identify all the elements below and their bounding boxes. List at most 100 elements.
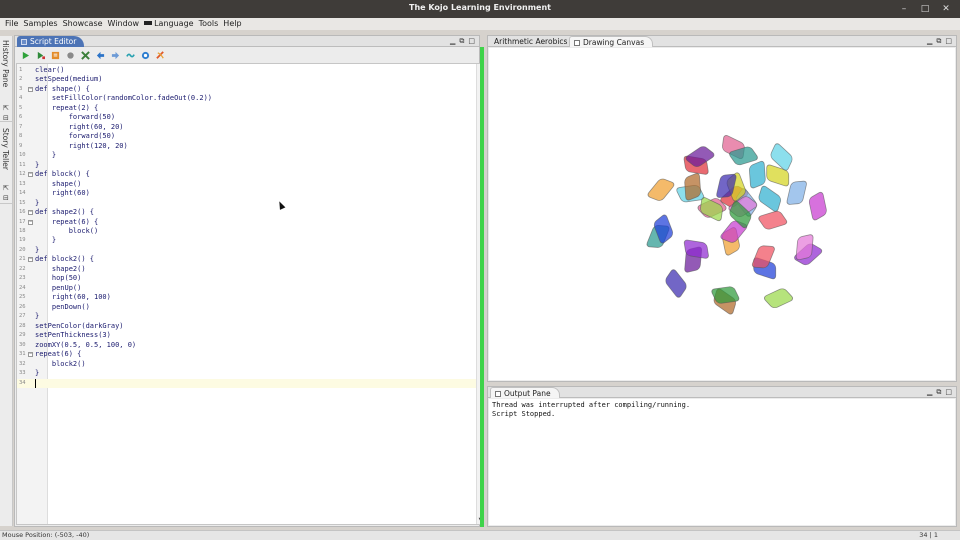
line-number: 1	[19, 67, 23, 73]
output-pane: Output Pane ▁ ⧉ □ Thread was interrupted…	[487, 386, 957, 527]
fold-toggle-icon[interactable]: −	[28, 257, 33, 263]
story-teller-tab[interactable]: Story Teller ⇱ ⊟	[0, 126, 13, 204]
pin-icon[interactable]: ⊟	[3, 114, 9, 122]
tab-script-editor[interactable]: Script Editor	[17, 36, 85, 47]
flag-icon	[144, 21, 153, 25]
menu-tools[interactable]: Tools	[199, 18, 224, 30]
code-text: hop(50)	[35, 274, 82, 283]
drawn-shape	[808, 191, 827, 221]
drawn-shape	[758, 185, 781, 212]
menu-help[interactable]: Help	[223, 18, 246, 30]
pin-icon[interactable]: ⊟	[3, 194, 9, 202]
code-line: 13 shape()	[17, 180, 483, 189]
format-icon[interactable]	[126, 51, 135, 60]
line-number: 20	[19, 246, 26, 253]
code-line: 12− def block() {	[17, 170, 483, 179]
compile-icon[interactable]	[66, 51, 75, 60]
float-pane-button[interactable]: ⧉	[936, 37, 941, 46]
maximize-pane-button[interactable]: □	[945, 37, 952, 46]
code-line: 15}	[17, 199, 483, 208]
window-controls: – □ ✕	[898, 3, 952, 15]
code-line: 1 clear()	[17, 66, 483, 75]
code-line: 5 repeat(2) {	[17, 104, 483, 113]
line-number: 6	[19, 114, 23, 121]
clear-output-icon[interactable]	[141, 51, 150, 60]
float-pane-button[interactable]: ⧉	[459, 37, 464, 46]
fold-toggle-icon[interactable]: −	[28, 352, 33, 358]
float-pane-button[interactable]: ⧉	[936, 388, 941, 397]
code-line: 18 block()	[17, 227, 483, 236]
maximize-pane-button[interactable]: □	[468, 37, 475, 46]
fold-toggle-icon[interactable]: −	[28, 172, 33, 178]
undo-icon[interactable]	[96, 51, 105, 60]
code-text: penDown()	[35, 302, 90, 311]
minimize-pane-button[interactable]: ▁	[927, 37, 932, 46]
output-text-area[interactable]: Thread was interrupted after compiling/r…	[489, 399, 955, 525]
code-text: }	[35, 312, 40, 321]
menu-file[interactable]: File	[5, 18, 23, 30]
maximize-button[interactable]: □	[919, 3, 931, 15]
line-number: 29	[19, 332, 26, 339]
story-teller-label: Story Teller	[1, 128, 10, 170]
pane-controls: ▁ ⧉ □	[450, 37, 475, 46]
drawn-shape	[749, 160, 766, 189]
clear-editor-icon[interactable]	[156, 50, 165, 60]
run-icon[interactable]	[21, 51, 30, 60]
line-number: 32	[19, 360, 26, 367]
line-number: 13	[19, 180, 26, 187]
script-editor-tabbar: Script Editor ▁ ⧉ □	[15, 36, 479, 47]
tab-arithmetic-aerobics[interactable]: Arithmetic Aerobics	[490, 36, 575, 47]
stop-icon[interactable]	[81, 50, 90, 60]
restore-icon[interactable]: ⇱	[3, 104, 9, 112]
menu-samples[interactable]: Samples	[23, 18, 62, 30]
code-text: right(120, 20)	[35, 141, 128, 150]
code-line: 21− def block2() {	[17, 255, 483, 264]
minimize-pane-button[interactable]: ▁	[450, 37, 455, 46]
code-text: def shape2() {	[35, 208, 95, 217]
restore-icon[interactable]: ⇱	[3, 184, 9, 192]
code-line: 28 setPenColor(darkGray)	[17, 322, 483, 331]
code-line: 17− repeat(6) {	[17, 218, 483, 227]
code-text: setPenThickness(3)	[35, 331, 111, 340]
turtle-drawing	[646, 135, 827, 315]
code-line: 29 setPenThickness(3)	[17, 331, 483, 340]
code-text: setSpeed(medium)	[35, 75, 103, 84]
tab-drawing-canvas[interactable]: Drawing Canvas	[569, 36, 654, 47]
code-line: 26 penDown()	[17, 303, 483, 312]
code-line: 34	[17, 378, 483, 388]
code-text: shape2()	[35, 264, 86, 273]
canvas-icon	[574, 40, 580, 46]
fold-toggle-icon[interactable]: −	[28, 210, 33, 216]
tab-output-pane-label: Output Pane	[504, 389, 551, 398]
code-text: }	[35, 236, 57, 245]
maximize-pane-button[interactable]: □	[945, 388, 952, 397]
fold-toggle-icon[interactable]: −	[28, 86, 33, 92]
minimize-pane-button[interactable]: ▁	[927, 388, 932, 397]
code-text: repeat(6) {	[35, 350, 82, 359]
history-pane-tab[interactable]: History Pane ⇱ ⊟	[0, 38, 13, 122]
tab-output-pane[interactable]: Output Pane	[490, 387, 560, 398]
redo-icon[interactable]	[111, 51, 120, 60]
line-number: 9	[19, 142, 23, 149]
menu-showcase[interactable]: Showcase	[63, 18, 108, 30]
close-button[interactable]: ✕	[940, 3, 952, 15]
run-worksheet-icon[interactable]	[36, 51, 45, 60]
fold-toggle-icon[interactable]: −	[28, 219, 33, 225]
minimize-button[interactable]: –	[898, 3, 910, 15]
code-text: }	[35, 151, 57, 160]
line-number: 4	[19, 95, 23, 102]
line-number: 22	[19, 265, 26, 272]
menu-language-label: Language	[154, 19, 194, 28]
drawn-shape	[665, 269, 687, 298]
menu-window[interactable]: Window	[108, 18, 145, 30]
menu-bar: File Samples Showcase Window Language To…	[0, 18, 960, 30]
line-number: 26	[19, 303, 26, 310]
code-text: clear()	[35, 66, 65, 74]
line-number: 34	[19, 379, 26, 386]
code-line: 7 right(60, 20)	[17, 123, 483, 132]
menu-language[interactable]: Language	[144, 18, 198, 30]
code-line: 2 setSpeed(medium)	[17, 75, 483, 84]
drawing-canvas[interactable]	[489, 48, 955, 380]
trace-icon[interactable]	[51, 51, 60, 60]
code-editor[interactable]: 1 clear() 2 setSpeed(medium) 3− def shape() {…	[16, 63, 484, 525]
